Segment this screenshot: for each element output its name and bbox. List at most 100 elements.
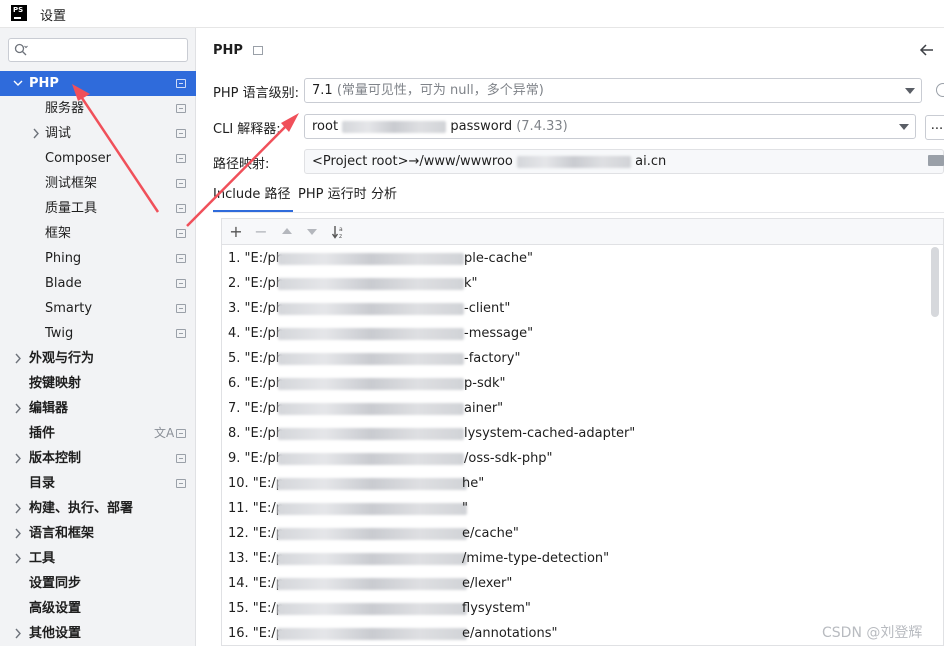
sidebar-item-label: 按键映射	[29, 376, 82, 391]
chevron-right-icon[interactable]	[12, 346, 24, 371]
chevron-right-icon[interactable]	[12, 396, 24, 421]
project-scope-icon	[253, 46, 263, 55]
chevron-right-icon[interactable]	[12, 496, 24, 521]
sidebar-item-label: 目录	[29, 476, 56, 491]
redacted-text	[517, 155, 632, 168]
sidebar-item[interactable]: 目录	[0, 471, 196, 496]
logo-text: PS	[13, 6, 24, 14]
tab-include-path[interactable]: Include 路径	[213, 184, 293, 212]
sidebar-item[interactable]: 编辑器	[0, 396, 196, 421]
settings-sidebar: PHP 服务器 调试 Composer 测试框架质量工具 框架 Phing Blade Smar…	[0, 28, 196, 646]
chevron-down-icon[interactable]	[12, 71, 24, 96]
sidebar-item[interactable]: 版本控制	[0, 446, 196, 471]
sidebar-item[interactable]: 语言和框架	[0, 521, 196, 546]
list-item[interactable]: 4. "E:/ph -message"	[222, 321, 930, 346]
path-mappings-label: 路径映射:	[213, 157, 270, 172]
list-item[interactable]: 11. "E:/p "	[222, 496, 930, 521]
list-item[interactable]: 2. "E:/ph k"	[222, 271, 930, 296]
project-scope-icon	[176, 154, 186, 163]
list-item[interactable]: 6. "E:/ph p-sdk"	[222, 371, 930, 396]
folder-icon[interactable]	[928, 155, 944, 166]
tab-php-runtime[interactable]: PHP 运行时	[298, 184, 367, 212]
list-item[interactable]: 9. "E:/ph/oss-sdk-php"	[222, 446, 930, 471]
remove-path-button[interactable]: −	[251, 222, 271, 242]
sidebar-item[interactable]: 高级设置	[0, 596, 196, 621]
path-mappings-field[interactable]: <Project root>→/www/wwwroo ai.cn	[304, 149, 944, 174]
list-item[interactable]: 5. "E:/ph -factory"	[222, 346, 930, 371]
list-item[interactable]: 10. "E:/p he"	[222, 471, 930, 496]
list-item[interactable]: 14. "E:/p e/lexer"	[222, 571, 930, 596]
search-box[interactable]	[8, 38, 188, 62]
list-item[interactable]: 15. "E:/p flysystem"	[222, 596, 930, 621]
sidebar-item-label: 工具	[29, 551, 56, 566]
sidebar-item[interactable]: 质量工具	[0, 196, 196, 221]
redacted-text	[278, 378, 464, 390]
list-item[interactable]: 3. "E:/ph -client"	[222, 296, 930, 321]
search-input[interactable]	[35, 41, 183, 59]
cli-interpreter-select[interactable]: root password (7.4.33)	[304, 114, 916, 139]
move-down-icon[interactable]	[307, 229, 317, 235]
project-scope-icon	[176, 179, 186, 188]
list-item[interactable]: 13. "E:/p/mime-type-detection"	[222, 546, 930, 571]
chevron-right-icon[interactable]	[12, 621, 24, 646]
redacted-text	[278, 453, 464, 465]
sidebar-item[interactable]: 框架	[0, 221, 196, 246]
interpreter-more-button[interactable]: ...	[925, 115, 944, 140]
chevron-right-icon[interactable]	[30, 121, 42, 146]
redacted-text	[277, 628, 467, 640]
sidebar-item[interactable]: 测试框架	[0, 171, 196, 196]
list-item[interactable]: 8. "E:/ph lysystem-cached-adapter"	[222, 421, 930, 446]
sidebar-item[interactable]: 外观与行为	[0, 346, 196, 371]
project-scope-icon	[176, 454, 186, 463]
sidebar-item[interactable]: Smarty	[0, 296, 196, 321]
path-mappings-prefix: <Project root>→/www/wwwroo	[312, 154, 513, 169]
sidebar-item[interactable]: PHP	[0, 71, 196, 96]
help-icon[interactable]	[936, 83, 944, 97]
sidebar-item[interactable]: Phing	[0, 246, 196, 271]
project-scope-icon	[176, 104, 186, 113]
language-level-select[interactable]: 7.1 (常量可见性，可为 null，多个异常)	[304, 78, 922, 103]
list-item[interactable]: 7. "E:/ph ainer"	[222, 396, 930, 421]
chevron-right-icon[interactable]	[12, 521, 24, 546]
cli-interpreter-suffix: password	[450, 119, 513, 134]
sidebar-item-label: Composer	[45, 151, 112, 166]
sidebar-item[interactable]: 插件 文A	[0, 421, 196, 446]
sidebar-item[interactable]: 工具	[0, 546, 196, 571]
sidebar-item-label: Phing	[45, 251, 82, 266]
sidebar-item[interactable]: 按键映射	[0, 371, 196, 396]
language-level-hint: (常量可见性，可为 null，多个异常)	[336, 83, 544, 98]
sidebar-item-label: 测试框架	[45, 176, 98, 191]
chevron-right-icon[interactable]	[12, 446, 24, 471]
path-prefix: 13. "E:/p	[228, 551, 285, 566]
add-path-button[interactable]: +	[226, 222, 246, 242]
chevron-right-icon[interactable]	[12, 546, 24, 571]
list-item[interactable]: 12. "E:/p e/cache"	[222, 521, 930, 546]
redacted-text	[277, 478, 467, 490]
sidebar-item[interactable]: 设置同步	[0, 571, 196, 596]
vertical-scrollbar[interactable]	[931, 247, 939, 317]
sidebar-item[interactable]: Twig	[0, 321, 196, 346]
project-scope-icon	[176, 79, 186, 88]
cli-interpreter-prefix: root	[312, 119, 339, 134]
path-suffix: -client"	[464, 301, 511, 316]
sidebar-item[interactable]: 服务器	[0, 96, 196, 121]
tab-analysis[interactable]: 分析	[371, 184, 397, 212]
project-scope-icon	[176, 254, 186, 263]
sidebar-item[interactable]: Composer	[0, 146, 196, 171]
path-prefix: 16. "E:/p	[228, 626, 285, 641]
path-prefix: 1. "E:/ph	[228, 251, 284, 266]
move-up-icon[interactable]	[282, 228, 292, 234]
sort-alpha-icon[interactable]: a z	[331, 224, 347, 240]
redacted-text	[278, 278, 464, 290]
chevron-down-icon	[905, 88, 915, 94]
back-arrow-icon[interactable]	[919, 42, 935, 58]
path-suffix: k"	[464, 276, 478, 291]
sidebar-item[interactable]: 其他设置	[0, 621, 196, 646]
path-prefix: 2. "E:/ph	[228, 276, 284, 291]
window-title: 设置	[40, 9, 67, 24]
sidebar-item[interactable]: 构建、执行、部署	[0, 496, 196, 521]
list-item[interactable]: 1. "E:/ph ple-cache"	[222, 246, 930, 271]
sidebar-item[interactable]: Blade	[0, 271, 196, 296]
sidebar-item[interactable]: 调试	[0, 121, 196, 146]
svg-text:a: a	[339, 226, 343, 233]
